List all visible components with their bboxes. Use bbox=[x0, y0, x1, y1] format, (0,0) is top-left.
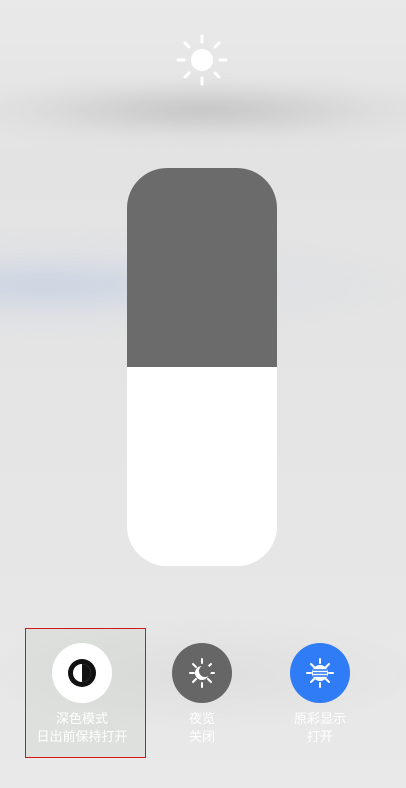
brightness-slider-fill bbox=[127, 367, 277, 566]
dark-mode-label: 深色模式 日出前保持打开 bbox=[27, 711, 137, 747]
dark-mode-control[interactable]: 深色模式 日出前保持打开 bbox=[27, 640, 137, 747]
brightness-slider-track bbox=[127, 168, 277, 367]
night-shift-button[interactable] bbox=[172, 643, 232, 703]
true-tone-status: 打开 bbox=[306, 730, 333, 745]
true-tone-button[interactable] bbox=[290, 643, 350, 703]
true-tone-label: 原彩显示 打开 bbox=[265, 711, 375, 747]
dark-mode-icon bbox=[68, 659, 96, 687]
night-shift-title: 夜览 bbox=[188, 712, 215, 727]
night-shift-icon bbox=[189, 658, 215, 688]
brightness-slider[interactable] bbox=[127, 168, 277, 566]
dark-mode-title: 深色模式 bbox=[55, 712, 108, 727]
night-shift-control[interactable]: 夜览 关闭 bbox=[147, 640, 257, 747]
night-shift-label: 夜览 关闭 bbox=[147, 711, 257, 747]
true-tone-icon bbox=[306, 658, 334, 688]
true-tone-title: 原彩显示 bbox=[293, 712, 346, 727]
brightness-sun-icon bbox=[176, 34, 228, 86]
background-blur-top bbox=[0, 80, 406, 140]
dark-mode-status: 日出前保持打开 bbox=[36, 730, 128, 745]
dark-mode-button[interactable] bbox=[52, 643, 112, 703]
night-shift-status: 关闭 bbox=[188, 730, 215, 745]
true-tone-control[interactable]: 原彩显示 打开 bbox=[265, 640, 375, 747]
